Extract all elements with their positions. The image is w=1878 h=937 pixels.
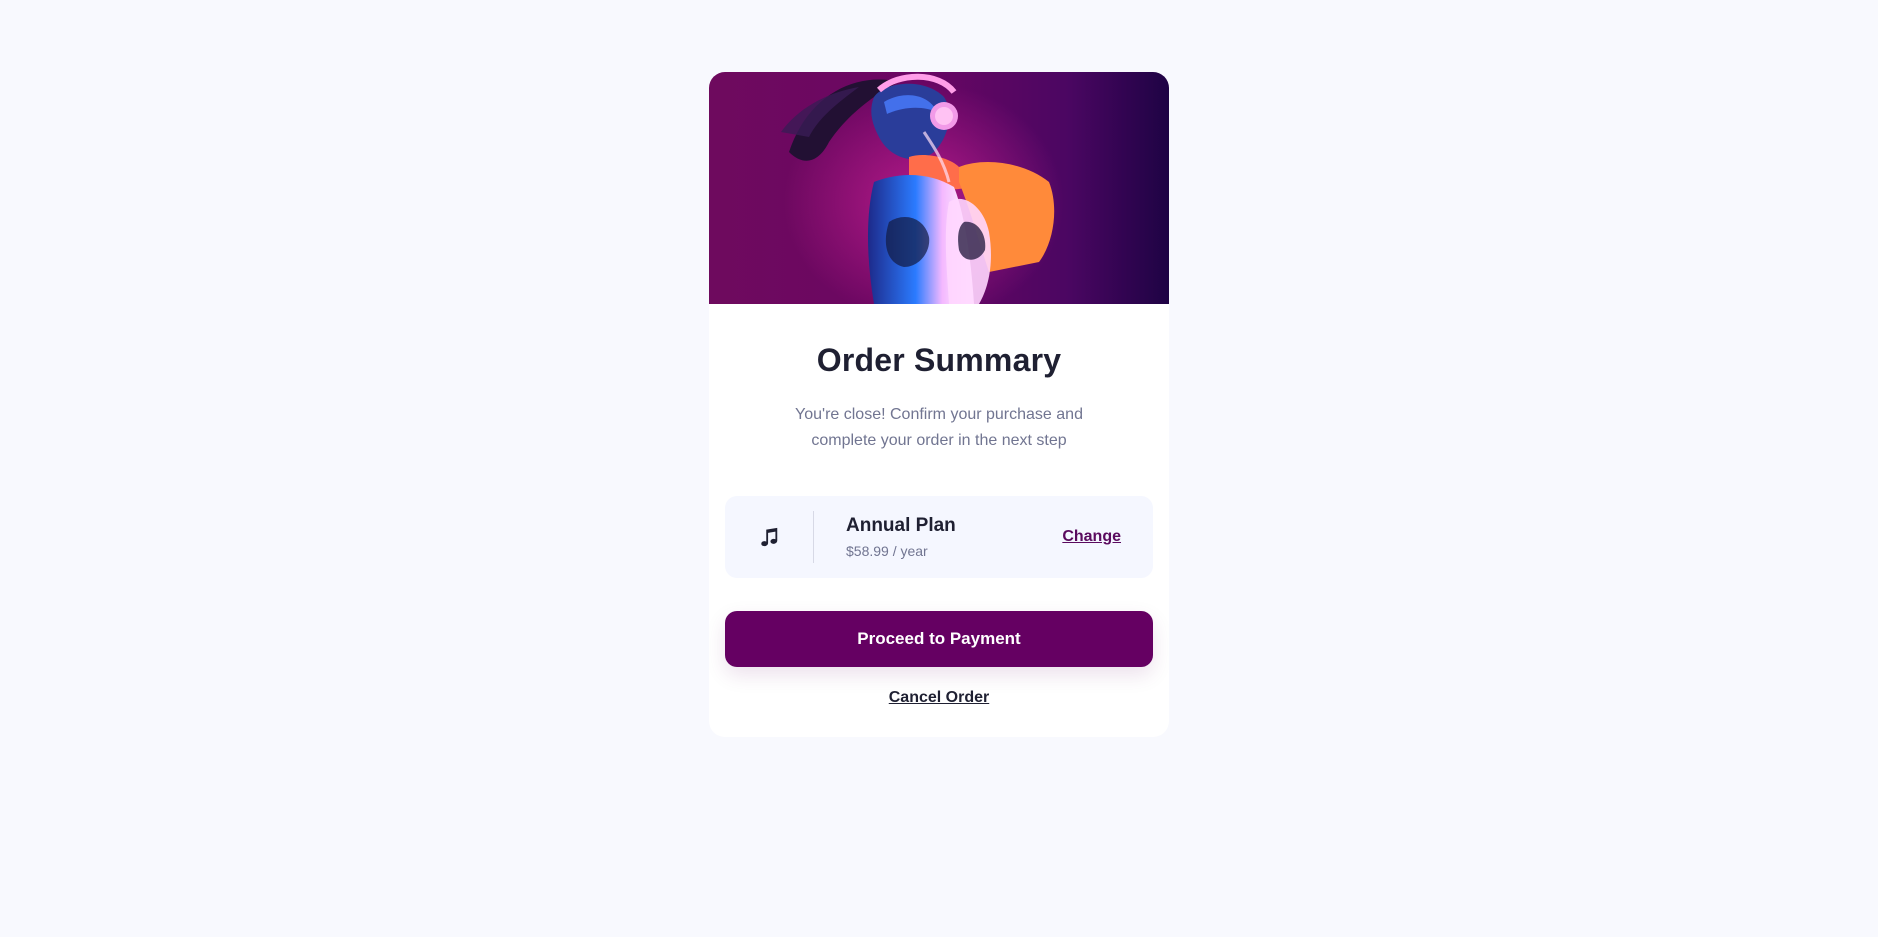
page-title: Order Summary	[816, 342, 1062, 378]
plan-summary: Annual Plan $58.99 / year Change	[725, 496, 1153, 578]
hero-image	[709, 72, 1169, 304]
proceed-to-payment-button[interactable]: Proceed to Payment	[725, 611, 1153, 667]
change-plan-link[interactable]: Change	[1062, 528, 1121, 546]
hero-illustration	[781, 73, 1064, 304]
plan-name: Annual Plan	[846, 515, 956, 536]
cancel-order-link[interactable]: Cancel Order	[889, 689, 989, 707]
page-subtitle: You're close! Confirm your purchase and …	[795, 406, 1083, 449]
plan-divider	[813, 511, 814, 563]
order-summary-card: Order Summary You're close! Confirm your…	[709, 72, 1169, 737]
music-note-icon	[757, 525, 781, 549]
plan-info: Annual Plan $58.99 / year	[846, 514, 1062, 560]
plan-price: $58.99 / year	[846, 543, 928, 559]
